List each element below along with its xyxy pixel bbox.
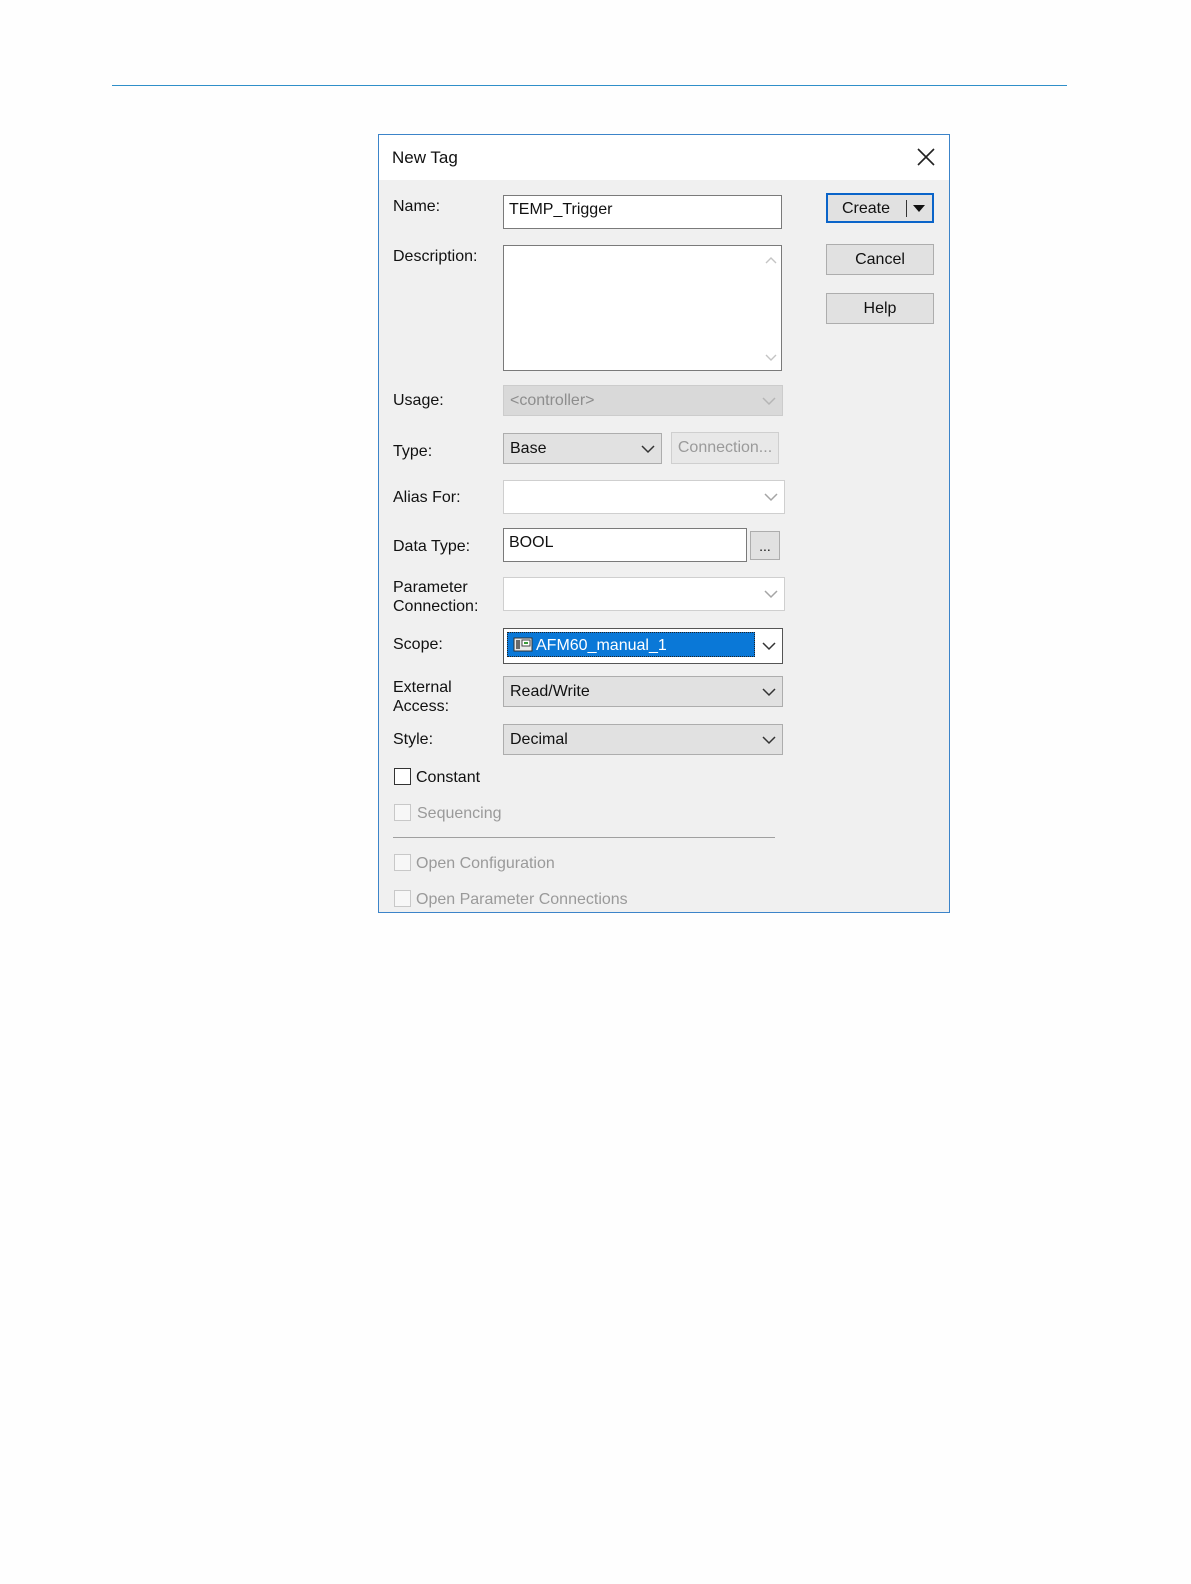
scroll-down-icon[interactable] <box>765 354 777 362</box>
close-button[interactable] <box>909 141 943 173</box>
scroll-up-icon[interactable] <box>765 256 777 264</box>
help-button[interactable]: Help <box>826 293 934 324</box>
chevron-down-icon <box>641 444 655 453</box>
usage-select: <controller> <box>503 385 783 416</box>
type-label: Type: <box>393 443 433 460</box>
name-label: Name: <box>393 198 441 215</box>
style-value: Decimal <box>510 731 568 748</box>
description-textarea[interactable] <box>503 245 782 371</box>
type-value: Base <box>510 440 547 457</box>
external-access-label-line2: Access: <box>393 698 450 715</box>
description-scrollbar[interactable] <box>761 246 781 370</box>
cancel-button[interactable]: Cancel <box>826 244 934 275</box>
create-button[interactable]: Create <box>826 193 934 223</box>
controller-icon <box>513 637 533 652</box>
create-button-label: Create <box>842 200 891 217</box>
open-configuration-checkbox <box>394 854 411 871</box>
data-type-input[interactable]: BOOL <box>503 528 747 562</box>
alias-label: Alias For: <box>393 489 461 506</box>
external-access-select[interactable]: Read/Write <box>503 676 783 707</box>
scope-selection: AFM60_manual_1 <box>507 632 755 657</box>
chevron-down-icon <box>762 735 776 744</box>
alias-for-select[interactable] <box>503 480 785 514</box>
external-access-label-line1: External <box>393 679 452 696</box>
new-tag-dialog: New Tag Name: Description: Usage: Type: … <box>378 134 950 913</box>
open-parameter-connections-checkbox <box>394 890 411 907</box>
constant-checkbox[interactable] <box>394 768 411 785</box>
chevron-down-icon <box>764 493 778 502</box>
description-label: Description: <box>393 248 478 265</box>
usage-value: <controller> <box>510 392 595 409</box>
data-type-browse-button[interactable]: ... <box>750 531 780 560</box>
parameter-connection-select[interactable] <box>503 577 785 611</box>
scope-value: AFM60_manual_1 <box>536 637 667 654</box>
style-select[interactable]: Decimal <box>503 724 783 755</box>
connection-button: Connection... <box>671 432 779 464</box>
open-configuration-label: Open Configuration <box>416 855 555 872</box>
external-access-value: Read/Write <box>510 683 590 700</box>
parameter-connection-label-line1: Parameter <box>393 579 468 596</box>
chevron-down-icon <box>764 590 778 599</box>
page-header-rule <box>112 85 1067 86</box>
name-input[interactable]: TEMP_Trigger <box>503 195 782 229</box>
dropdown-arrow-icon[interactable] <box>912 204 926 213</box>
open-parameter-connections-label: Open Parameter Connections <box>416 891 628 908</box>
dialog-title: New Tag <box>392 148 458 167</box>
close-icon <box>917 148 935 166</box>
style-label: Style: <box>393 731 434 748</box>
scope-select[interactable]: AFM60_manual_1 <box>503 628 783 664</box>
usage-label: Usage: <box>393 392 444 409</box>
scope-label: Scope: <box>393 636 443 653</box>
create-split-divider <box>906 200 907 217</box>
parameter-connection-label-line2: Connection: <box>393 598 479 615</box>
type-select[interactable]: Base <box>503 433 662 464</box>
separator <box>393 837 775 838</box>
constant-label[interactable]: Constant <box>416 768 480 787</box>
chevron-down-icon <box>762 396 776 405</box>
sequencing-checkbox <box>394 804 411 821</box>
chevron-down-icon <box>762 642 776 651</box>
sequencing-label: Sequencing <box>417 805 502 822</box>
data-type-label: Data Type: <box>393 538 471 555</box>
chevron-down-icon <box>762 687 776 696</box>
dialog-titlebar: New Tag <box>379 135 949 180</box>
